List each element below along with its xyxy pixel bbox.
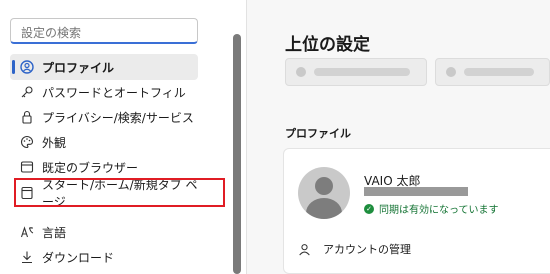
sidebar-item-label: 外観	[42, 135, 67, 150]
sidebar-item-label: ダウンロード	[42, 250, 115, 265]
avatar-body	[306, 198, 342, 219]
sidebar-item-privacy[interactable]: プライバシー/検索/サービス	[10, 104, 198, 130]
highlight-annotation	[14, 178, 225, 207]
sidebar-item-passwords[interactable]: パスワードとオートフィル	[10, 79, 198, 105]
profile-icon	[20, 60, 34, 74]
profile-section-title: プロファイル	[285, 127, 351, 140]
sidebar-item-label: パスワードとオートフィル	[42, 85, 186, 100]
check-circle-icon: ✓	[364, 203, 374, 214]
blurred-icon	[446, 67, 456, 77]
settings-sidebar: プロファイル パスワードとオートフィル プライバシー/検索/サービス 外観 既定…	[0, 0, 230, 274]
sidebar-item-label: 言語	[42, 225, 67, 240]
lock-icon	[20, 110, 34, 124]
sync-status: ✓ 同期は有効になっています	[364, 201, 499, 216]
sidebar-item-language[interactable]: 言語	[10, 219, 198, 245]
blurred-icon	[296, 67, 306, 77]
sidebar-item-downloads[interactable]: ダウンロード	[10, 244, 198, 270]
profile-card: VAIO 太郎 ✓ 同期は有効になっています アカウントの管理	[283, 148, 550, 274]
blurred-action-button-2[interactable]	[435, 58, 550, 86]
page-title: 上位の設定	[285, 35, 370, 55]
avatar-head	[315, 177, 333, 195]
browser-icon	[20, 160, 34, 174]
sidebar-item-label: 既定のブラウザー	[42, 160, 139, 175]
blurred-action-button[interactable]	[285, 58, 427, 86]
sidebar-item-label: プライバシー/検索/サービス	[42, 110, 194, 125]
sidebar-scrollbar[interactable]	[233, 34, 241, 274]
sidebar-item-profile[interactable]: プロファイル	[10, 54, 198, 80]
blurred-label	[314, 68, 410, 76]
redacted-email	[364, 187, 468, 196]
settings-search-input[interactable]	[10, 18, 198, 44]
person-icon	[299, 243, 310, 255]
manage-account-link[interactable]: アカウントの管理	[298, 241, 411, 257]
avatar[interactable]	[298, 167, 350, 219]
active-indicator	[12, 60, 15, 74]
blurred-label	[464, 68, 534, 76]
download-icon	[20, 250, 34, 264]
sidebar-item-label: プロファイル	[42, 60, 115, 75]
settings-main: 上位の設定 プロファイル VAIO 太郎 ✓ 同期は有効になっています アカウン…	[247, 0, 550, 274]
manage-account-label: アカウントの管理	[323, 243, 411, 256]
palette-icon	[20, 135, 34, 149]
key-icon	[20, 85, 34, 99]
sidebar-item-appearance[interactable]: 外観	[10, 129, 198, 155]
language-icon	[20, 225, 34, 239]
sync-status-text: 同期は有効になっています	[379, 205, 499, 216]
